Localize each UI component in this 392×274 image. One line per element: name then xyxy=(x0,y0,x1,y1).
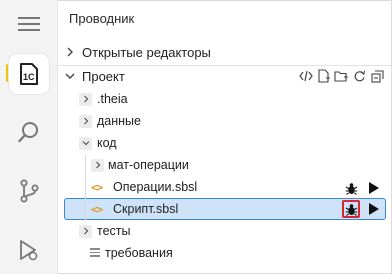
chevron-right-icon[interactable] xyxy=(79,114,92,128)
chevron-right-icon[interactable] xyxy=(79,92,92,106)
tree-item-theia[interactable]: .theia xyxy=(58,88,391,110)
collapse-all-icon[interactable] xyxy=(370,67,385,85)
explorer-1c-icon[interactable]: 1C xyxy=(0,50,58,98)
new-file-icon[interactable] xyxy=(316,67,331,85)
hamburger-menu-icon[interactable] xyxy=(0,0,58,48)
open-editors-label: Открытые редакторы xyxy=(82,44,211,60)
tree-item-requirements[interactable]: требования xyxy=(58,242,391,264)
operations-file-actions xyxy=(342,179,382,197)
tree-item-label: Скрипт.sbsl xyxy=(113,202,179,216)
explorer-tile: 1C xyxy=(9,54,49,94)
tree-item-label: мат-операции xyxy=(108,158,189,172)
explorer-badge: 1C xyxy=(23,72,35,82)
chevron-down-icon[interactable] xyxy=(79,136,92,150)
run-play-icon[interactable] xyxy=(366,200,382,218)
panel-title: Проводник xyxy=(69,11,135,26)
chevron-right-icon xyxy=(67,47,73,57)
chevron-right-icon[interactable] xyxy=(79,224,92,238)
run-debug-icon[interactable] xyxy=(0,226,58,274)
source-control-icon[interactable] xyxy=(0,167,58,215)
open-editors-section[interactable]: Открытые редакторы xyxy=(58,41,391,63)
tree-item-label: .theia xyxy=(97,92,128,106)
refresh-icon[interactable] xyxy=(352,67,367,85)
search-icon[interactable] xyxy=(0,108,58,156)
new-folder-icon[interactable] xyxy=(334,67,349,85)
tree-item-math-operations[interactable]: мат-операции xyxy=(58,154,391,176)
code-icon[interactable] xyxy=(298,67,313,85)
explorer-panel: Проводник Открытые редакторы Проект .the… xyxy=(58,0,392,274)
tree-item-tests[interactable]: тесты xyxy=(58,220,391,242)
tree-item-label: Операции.sbsl xyxy=(113,180,198,194)
tree-item-label: тесты xyxy=(97,224,131,238)
activity-bar: 1C xyxy=(0,0,58,274)
tree-item-data[interactable]: данные xyxy=(58,110,391,132)
project-label: Проект xyxy=(82,68,125,84)
tree-item-code[interactable]: код xyxy=(58,132,391,154)
run-play-icon[interactable] xyxy=(366,179,382,197)
tree-item-label: требования xyxy=(105,246,173,260)
text-file-icon xyxy=(90,248,100,258)
debug-bug-icon[interactable] xyxy=(342,179,360,197)
code-file-icon: <> xyxy=(91,202,103,216)
script-file-actions xyxy=(342,200,382,218)
tree-item-label: данные xyxy=(97,114,141,128)
project-toolbar xyxy=(298,67,385,85)
chevron-down-icon xyxy=(65,73,75,79)
debug-bug-icon[interactable] xyxy=(342,200,360,218)
code-file-icon: <> xyxy=(91,180,103,194)
tree-item-label: код xyxy=(97,136,117,150)
chevron-right-icon[interactable] xyxy=(91,158,104,172)
